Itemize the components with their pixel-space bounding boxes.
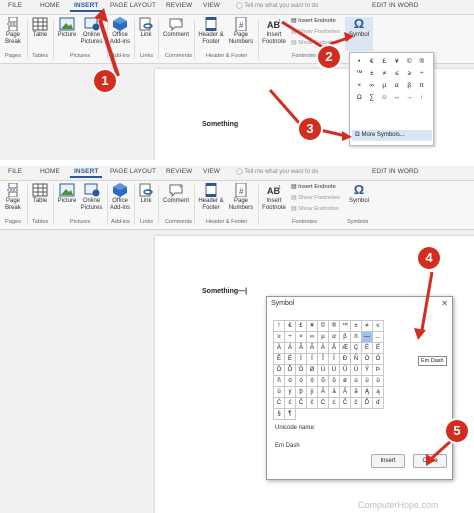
annotation-arrows-2 <box>414 271 454 466</box>
arrow-4 <box>420 271 434 331</box>
arrowhead-4 <box>414 328 426 340</box>
watermark: ComputerHope.com <box>358 500 439 510</box>
step-badge-5: 5 <box>446 420 468 442</box>
arrow-5 <box>430 438 454 460</box>
step-badge-4: 4 <box>418 247 440 269</box>
